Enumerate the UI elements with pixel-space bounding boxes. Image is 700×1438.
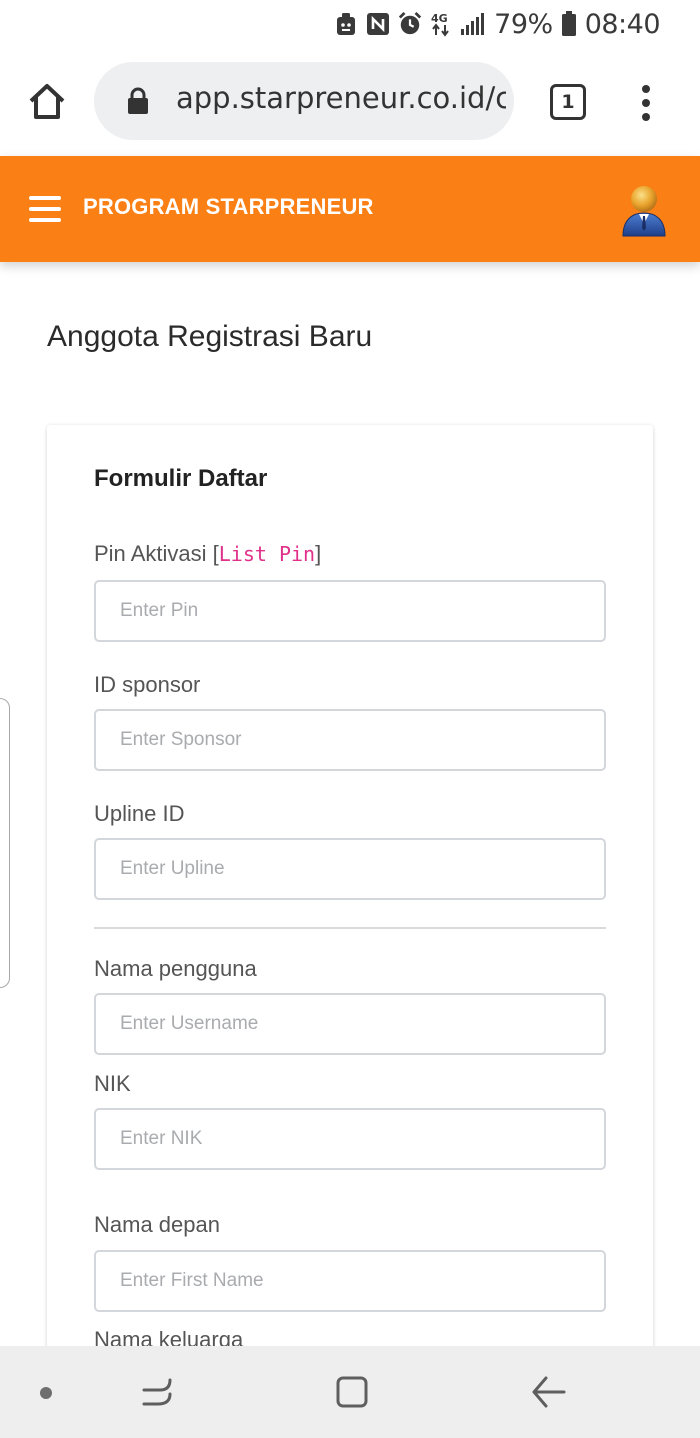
network-4g-icon: 4G (430, 11, 452, 37)
nik-input[interactable] (94, 1108, 606, 1170)
edge-panel-handle[interactable] (0, 698, 10, 988)
registration-form-card: Formulir Daftar Pin Aktivasi [List Pin] … (47, 425, 653, 1425)
bracket-close: ] (315, 541, 322, 566)
pin-input[interactable] (94, 580, 606, 642)
svg-text:4G: 4G (431, 12, 448, 25)
back-arrow-icon[interactable] (530, 1374, 568, 1410)
pin-label: Pin Aktivasi [List Pin] (94, 541, 321, 567)
signal-icon (460, 11, 486, 37)
status-bar: 4G 79% 08:40 (0, 0, 700, 48)
status-icons: 4G 79% 08:40 (334, 6, 661, 42)
pin-label-text: Pin Aktivasi (94, 541, 207, 566)
battery-percent: 79% (494, 8, 553, 40)
system-nav-bar (0, 1346, 700, 1438)
user-avatar-icon[interactable] (620, 182, 668, 238)
page-title: Anggota Registrasi Baru (47, 320, 373, 353)
recent-apps-icon[interactable] (140, 1374, 176, 1410)
form-title: Formulir Daftar (94, 465, 268, 492)
clock: 08:40 (584, 8, 661, 40)
sponsor-label: ID sponsor (94, 672, 201, 697)
more-vert-icon[interactable] (632, 82, 660, 124)
username-input[interactable] (94, 993, 606, 1055)
alarm-icon (398, 11, 422, 37)
list-pin-link[interactable]: List Pin (219, 542, 315, 566)
upline-input[interactable] (94, 838, 606, 900)
username-label: Nama pengguna (94, 956, 257, 981)
browser-toolbar: app.starpreneur.co.id/c 1 (0, 48, 700, 156)
first-name-label: Nama depan (94, 1212, 220, 1237)
app-title: PROGRAM STARPRENEUR (83, 194, 374, 219)
home-square-icon[interactable] (334, 1374, 370, 1410)
app-header: PROGRAM STARPRENEUR (0, 156, 700, 262)
battery-icon (561, 11, 577, 37)
tabs-icon[interactable]: 1 (550, 84, 586, 120)
url-text: app.starpreneur.co.id/c (176, 81, 506, 115)
assistant-dot-icon[interactable] (40, 1387, 52, 1399)
android-system-icon (334, 11, 358, 37)
upline-label: Upline ID (94, 801, 185, 826)
form-divider (94, 927, 606, 929)
nfc-icon (366, 11, 390, 37)
hamburger-menu-icon[interactable] (29, 196, 61, 222)
sponsor-input[interactable] (94, 709, 606, 771)
lock-icon (126, 86, 150, 116)
home-icon[interactable] (24, 78, 70, 124)
nik-label: NIK (94, 1071, 131, 1096)
address-bar[interactable]: app.starpreneur.co.id/c (94, 62, 514, 140)
first-name-input[interactable] (94, 1250, 606, 1312)
